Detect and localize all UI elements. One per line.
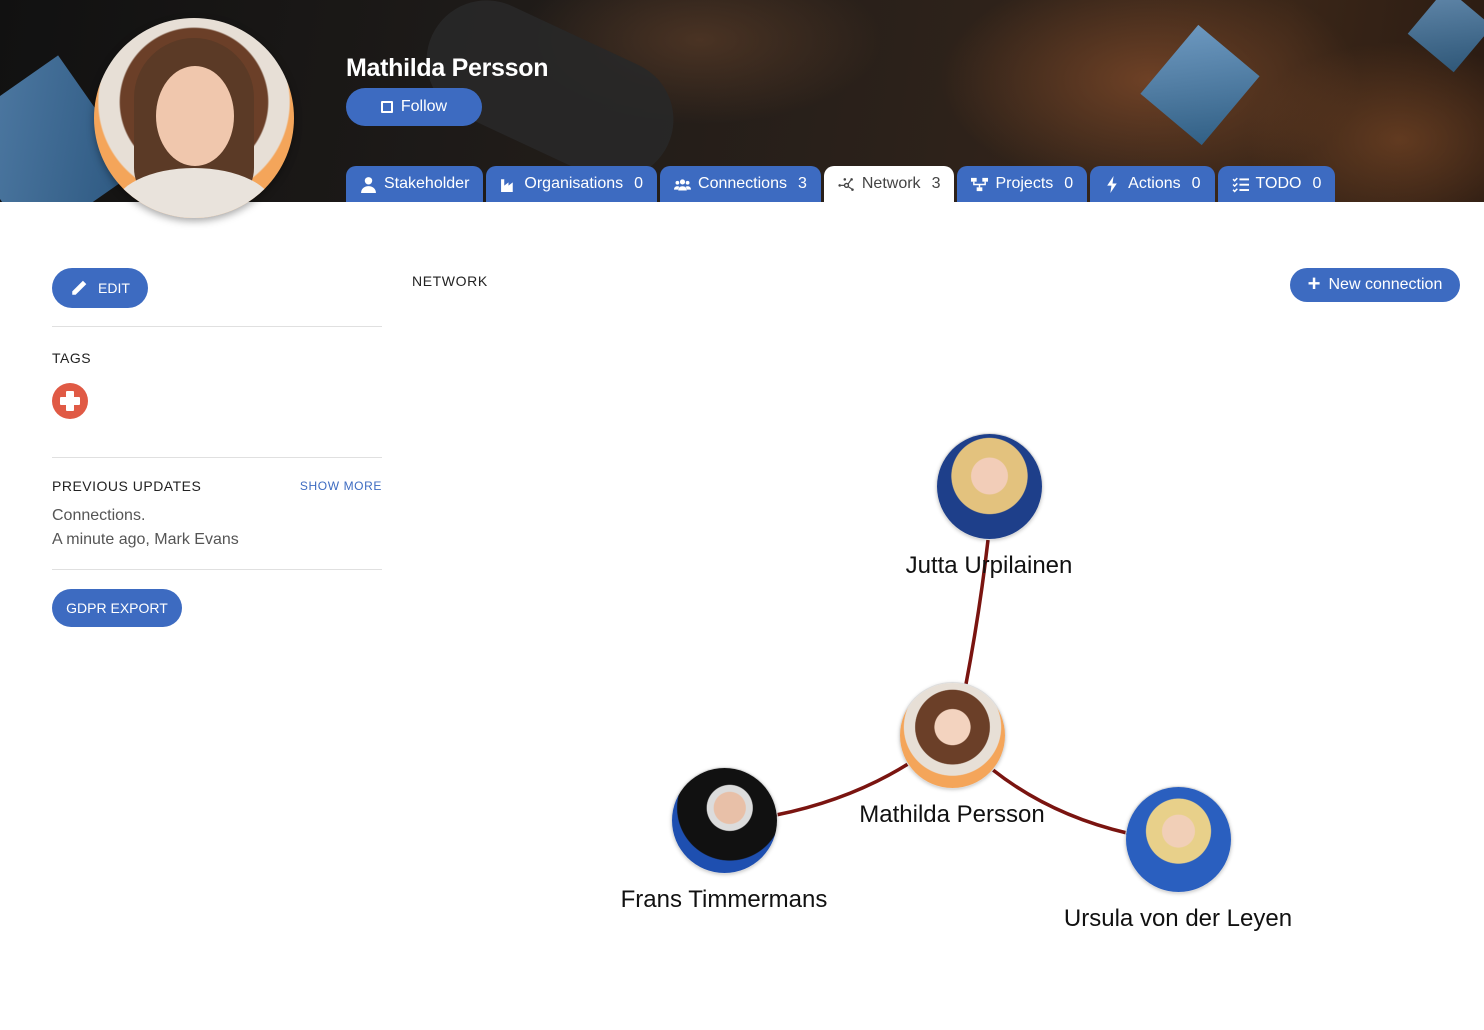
profile-avatar (94, 18, 294, 218)
updates-title: PREVIOUS UPDATES (52, 478, 202, 494)
tags-title: TAGS (52, 350, 92, 366)
node-frans-avatar[interactable] (672, 768, 777, 873)
bolt-icon (1107, 175, 1117, 193)
tab-label: Projects (995, 175, 1054, 192)
tab-label: Stakeholder (384, 175, 470, 192)
tab-organisations[interactable]: Organisations 0 (486, 166, 658, 202)
node-label: Frans Timmermans (620, 886, 828, 913)
network-title: NETWORK (412, 273, 488, 289)
tab-connections[interactable]: Connections 3 (660, 166, 821, 202)
tab-network[interactable]: Network 3 (823, 166, 955, 202)
tab-count: 0 (1191, 175, 1201, 192)
tab-count: 0 (1064, 175, 1074, 192)
tab-count: 0 (1312, 175, 1322, 192)
new-connection-button[interactable]: + New connection (1290, 268, 1460, 302)
user-icon (361, 176, 376, 193)
pencil-icon (72, 280, 87, 295)
banner-decoration (1140, 24, 1260, 146)
follow-label: Follow (400, 98, 448, 115)
sitemap-icon (971, 177, 989, 191)
edit-label: EDIT (98, 280, 130, 296)
banner-decoration (1407, 0, 1484, 73)
update-meta: A minute ago, Mark Evans (52, 531, 239, 548)
divider (52, 326, 382, 327)
follow-button[interactable]: Follow (346, 88, 482, 126)
sidebar: EDIT TAGS PREVIOUS UPDATES SHOW MORE Con… (52, 268, 382, 627)
tab-label: Actions (1128, 175, 1181, 192)
gdpr-export-button[interactable]: GDPR EXPORT (52, 589, 182, 627)
tab-label: Connections (698, 175, 787, 192)
new-connection-label: New connection (1328, 276, 1443, 293)
checklist-icon (1232, 177, 1249, 192)
update-text: Connections. (52, 507, 146, 524)
plus-icon: + (1307, 271, 1321, 296)
factory-icon (501, 178, 514, 192)
tab-stakeholder[interactable]: Stakeholder (346, 166, 484, 202)
node-label: Ursula von der Leyen (1063, 905, 1293, 932)
node-label: Jutta Urpilainen (905, 552, 1073, 579)
users-icon (674, 178, 692, 190)
node-jutta-avatar[interactable] (937, 434, 1042, 539)
tab-actions[interactable]: Actions 0 (1090, 166, 1215, 202)
show-more-link[interactable]: SHOW MORE (300, 479, 382, 493)
tab-projects[interactable]: Projects 0 (957, 166, 1088, 202)
edit-button[interactable]: EDIT (52, 268, 148, 308)
node-ursula-avatar[interactable] (1126, 787, 1231, 892)
tab-count: 0 (634, 175, 644, 192)
profile-tabs: Stakeholder Organisations 0 Connections … (346, 166, 1338, 202)
tab-todo[interactable]: TODO 0 (1217, 166, 1336, 202)
divider (52, 569, 382, 570)
add-tag-button[interactable] (52, 383, 88, 419)
tab-label: Organisations (524, 175, 624, 192)
profile-name: Mathilda Persson (346, 54, 549, 82)
tab-label: Network (861, 175, 921, 192)
node-mathilda-avatar[interactable] (900, 683, 1005, 788)
divider (52, 457, 382, 458)
checkbox-icon (380, 101, 393, 113)
tab-count: 3 (931, 175, 941, 192)
tab-count: 3 (797, 175, 807, 192)
network-icon (838, 177, 854, 191)
updates-header: PREVIOUS UPDATES SHOW MORE (52, 478, 382, 494)
node-label: Mathilda Persson (859, 801, 1045, 828)
tab-label: TODO (1255, 175, 1302, 192)
